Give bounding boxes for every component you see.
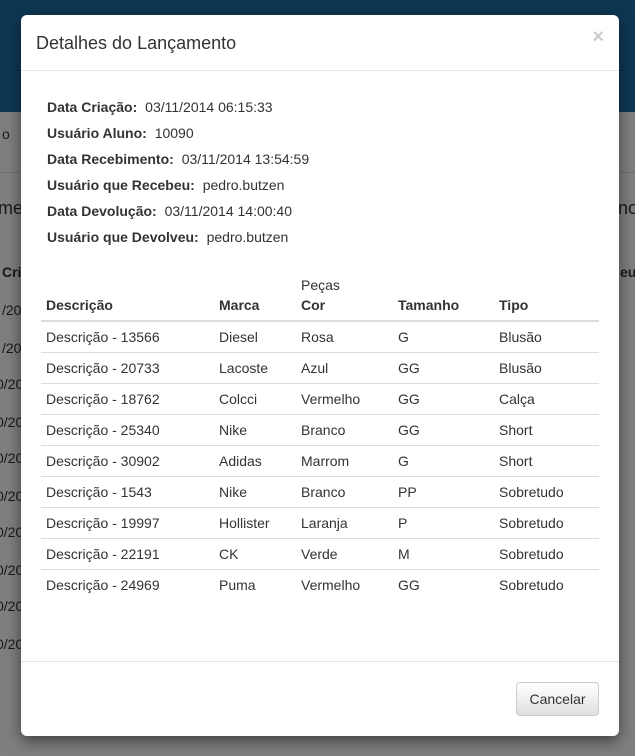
table-row: Descrição - 20733 Lacoste Azul GG Blusão: [41, 352, 599, 384]
cell-brand: CK: [214, 538, 296, 570]
cell-brand: Nike: [214, 414, 296, 446]
cell-size: GG: [393, 383, 494, 415]
cell-size: M: [393, 538, 494, 570]
close-icon[interactable]: ×: [592, 27, 604, 47]
cell-description: Descrição - 30902: [41, 445, 214, 477]
pieces-table-container: Peças Descrição Marca Cor Tamanho Tipo D…: [41, 277, 599, 600]
cell-size: G: [393, 445, 494, 477]
column-header-brand: Marca: [214, 297, 296, 322]
cell-brand: Puma: [214, 569, 296, 600]
detail-value: 03/11/2014 14:00:40: [164, 203, 293, 219]
cell-color: Branco: [296, 476, 393, 508]
detail-creation-date: Data Criação: 03/11/2014 06:15:33: [47, 97, 309, 123]
detail-label: Usuário Aluno:: [47, 125, 147, 141]
cell-type: Blusão: [494, 352, 599, 384]
cell-size: G: [398, 329, 409, 345]
detail-receipt-date: Data Recebimento: 03/11/2014 13:54:59: [47, 149, 309, 175]
table-row: Descrição - 13566 Diesel Rosa G Blusão: [41, 321, 599, 353]
cell-description: Descrição - 24969: [41, 569, 214, 600]
cell-color: Azul: [296, 352, 393, 384]
cancel-button[interactable]: Cancelar: [516, 682, 599, 716]
table-row: Descrição - 18762 Colcci Vermelho GG Cal…: [41, 383, 599, 415]
cell-color: Laranja: [296, 507, 393, 539]
cell-color: Branco: [296, 414, 393, 446]
cell-size: PP: [393, 476, 494, 508]
cell-brand: Colcci: [214, 383, 296, 415]
table-row: Descrição - 22191 CK Verde M Sobretudo: [41, 538, 599, 570]
cell-size: P: [393, 507, 494, 539]
cell-color: Vermelho: [296, 569, 393, 600]
modal-header: Detalhes do Lançamento ×: [21, 15, 619, 71]
detail-value: 03/11/2014 06:15:33: [145, 99, 273, 115]
detail-label: Data Criação:: [47, 99, 138, 115]
detail-value: pedro.butzen: [206, 229, 289, 245]
cell-size: GG: [393, 414, 494, 446]
cell-description: Descrição - 19997: [41, 507, 214, 539]
detail-received-by: Usuário que Recebeu: pedro.butzen: [47, 175, 309, 201]
cell-type: Sobretudo: [494, 507, 599, 539]
column-header-type: Tipo: [494, 297, 599, 322]
table-row: Descrição - 24969 Puma Vermelho GG Sobre…: [41, 569, 599, 600]
column-header-size: Tamanho: [393, 297, 494, 322]
cell-brand: Diesel: [219, 329, 258, 345]
cell-description: Descrição - 18762: [41, 383, 214, 415]
cell-color: Verde: [296, 538, 393, 570]
modal-footer: Cancelar: [21, 661, 619, 736]
detail-label: Data Recebimento:: [47, 151, 174, 167]
cell-color: Marrom: [296, 445, 393, 477]
table-row: Descrição - 19997 Hollister Laranja P So…: [41, 507, 599, 539]
detail-label: Usuário que Recebeu:: [47, 177, 195, 193]
cell-color: Rosa: [301, 329, 334, 345]
cell-brand: Lacoste: [214, 352, 296, 384]
cell-description: Descrição - 1543: [41, 476, 214, 508]
detail-label: Usuário que Devolveu:: [47, 229, 199, 245]
pieces-table: Peças Descrição Marca Cor Tamanho Tipo D…: [41, 277, 599, 600]
cell-color: Vermelho: [296, 383, 393, 415]
cell-type: Short: [494, 445, 599, 477]
cell-brand: Nike: [214, 476, 296, 508]
table-row: Descrição - 25340 Nike Branco GG Short: [41, 414, 599, 446]
table-row: Descrição - 30902 Adidas Marrom G Short: [41, 445, 599, 477]
cell-type: Short: [494, 414, 599, 446]
table-row: Descrição - 1543 Nike Branco PP Sobretud…: [41, 476, 599, 508]
detail-value: pedro.butzen: [202, 177, 285, 193]
detail-label: Data Devolução:: [47, 203, 157, 219]
detail-value: 03/11/2014 13:54:59: [181, 151, 310, 167]
cell-description: Descrição - 20733: [41, 352, 214, 384]
cell-type: Blusão: [499, 329, 542, 345]
modal-title: Detalhes do Lançamento: [36, 33, 237, 53]
cell-brand: Hollister: [214, 507, 296, 539]
table-group-header-row: Peças: [41, 277, 599, 297]
column-header-description: Descrição: [41, 297, 214, 322]
cell-type: Sobretudo: [494, 569, 599, 600]
table-header-row: Descrição Marca Cor Tamanho Tipo: [41, 297, 599, 322]
cell-size: GG: [393, 352, 494, 384]
cell-type: Sobretudo: [494, 538, 599, 570]
column-header-color: Cor: [296, 297, 393, 322]
pieces-group-header: Peças: [301, 277, 340, 293]
launch-details-modal: Detalhes do Lançamento × Data Criação: 0…: [21, 15, 619, 736]
detail-return-date: Data Devolução: 03/11/2014 14:00:40: [47, 201, 309, 227]
cell-description: Descrição - 22191: [41, 538, 214, 570]
detail-value: 10090: [154, 125, 194, 141]
detail-student-user: Usuário Aluno: 10090: [47, 123, 309, 149]
details-list: Data Criação: 03/11/2014 06:15:33 Usuári…: [47, 97, 309, 253]
cell-type: Calça: [494, 383, 599, 415]
cell-description: Descrição - 25340: [41, 414, 214, 446]
detail-returned-by: Usuário que Devolveu: pedro.butzen: [47, 227, 309, 253]
cell-brand: Adidas: [214, 445, 296, 477]
cell-size: GG: [393, 569, 494, 600]
cell-description: Descrição - 13566: [46, 329, 160, 345]
cell-type: Sobretudo: [494, 476, 599, 508]
